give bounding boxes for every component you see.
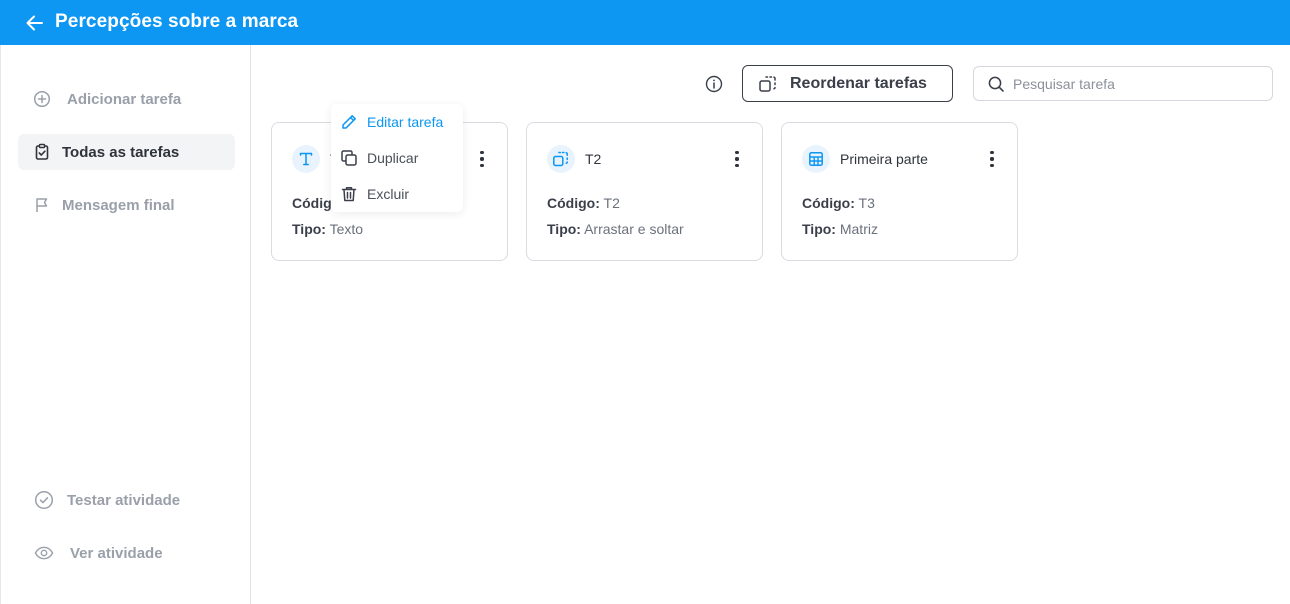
- task-card[interactable]: T2 Código: T2 Tipo: Arrastar e soltar: [526, 122, 763, 261]
- more-vertical-icon[interactable]: [985, 148, 999, 170]
- more-vertical-icon[interactable]: [730, 148, 744, 170]
- task-type: Tipo: Texto: [292, 221, 363, 237]
- info-icon[interactable]: [704, 74, 724, 94]
- flag-icon: [32, 195, 52, 215]
- edit-task-menu-item[interactable]: Editar tarefa: [339, 108, 459, 136]
- sidebar: Adicionar tarefa Todas as tarefas Mensag…: [0, 45, 251, 604]
- reorder-icon: [758, 74, 778, 94]
- sidebar-item-label: Mensagem final: [62, 196, 175, 214]
- task-type-value: Matriz: [839, 221, 878, 237]
- trash-icon: [340, 185, 358, 203]
- search-input[interactable]: [1013, 75, 1263, 92]
- task-context-menu: Editar tarefa Duplicar Excluir: [331, 104, 463, 212]
- arrow-left-icon[interactable]: [24, 12, 46, 34]
- top-bar: Percepções sobre a marca: [0, 0, 1290, 45]
- task-type-label: Tipo:: [802, 221, 836, 237]
- copy-icon: [340, 149, 358, 167]
- task-title: Primeira parte: [840, 151, 928, 167]
- task-code: Código: T2: [547, 195, 620, 211]
- task-type: Tipo: Arrastar e soltar: [547, 221, 684, 237]
- more-vertical-icon[interactable]: [475, 148, 489, 170]
- pencil-icon: [340, 113, 358, 131]
- task-type-label: Tipo:: [547, 221, 581, 237]
- task-type-value: Texto: [329, 221, 364, 237]
- task-code-value: T3: [858, 195, 875, 211]
- sidebar-item-view-activity[interactable]: Ver atividade: [18, 535, 235, 571]
- task-title: T2: [585, 151, 602, 167]
- sidebar-item-final-message[interactable]: Mensagem final: [18, 187, 235, 223]
- plus-circle-icon: [32, 89, 52, 109]
- task-type-value: Arrastar e soltar: [584, 221, 684, 237]
- sidebar-item-label: Adicionar tarefa: [67, 90, 182, 108]
- page-title: Percepções sobre a marca: [55, 11, 299, 32]
- clipboard-check-icon: [32, 142, 52, 162]
- grid-icon: [802, 145, 830, 173]
- search-box: [973, 66, 1273, 101]
- task-type-label: Tipo:: [292, 221, 326, 237]
- sidebar-item-all-tasks[interactable]: Todas as tarefas: [18, 134, 235, 170]
- task-code-label: Código:: [802, 195, 855, 211]
- task-code: Código: T3: [802, 195, 875, 211]
- reorder-tasks-button[interactable]: Reordenar tarefas: [742, 65, 953, 102]
- search-icon: [987, 75, 1005, 93]
- menu-item-label: Editar tarefa: [367, 114, 444, 130]
- sidebar-item-add-task[interactable]: Adicionar tarefa: [18, 81, 235, 117]
- delete-menu-item[interactable]: Excluir: [339, 180, 459, 208]
- task-code-label: Código:: [547, 195, 600, 211]
- sidebar-item-label: Todas as tarefas: [62, 143, 180, 161]
- task-card[interactable]: Primeira parte Código: T3 Tipo: Matriz: [781, 122, 1018, 261]
- duplicate-menu-item[interactable]: Duplicar: [339, 144, 459, 172]
- eye-icon: [34, 543, 54, 563]
- sidebar-item-test-activity[interactable]: Testar atividade: [18, 482, 235, 518]
- sidebar-item-label: Ver atividade: [70, 544, 163, 562]
- text-type-icon: [292, 145, 320, 173]
- reorder-tasks-label: Reordenar tarefas: [790, 74, 927, 92]
- task-type: Tipo: Matriz: [802, 221, 878, 237]
- check-circle-icon: [34, 490, 54, 510]
- drag-drop-icon: [547, 145, 575, 173]
- sidebar-item-label: Testar atividade: [67, 491, 181, 509]
- task-code-value: T2: [603, 195, 620, 211]
- menu-item-label: Duplicar: [367, 150, 419, 166]
- menu-item-label: Excluir: [367, 186, 410, 202]
